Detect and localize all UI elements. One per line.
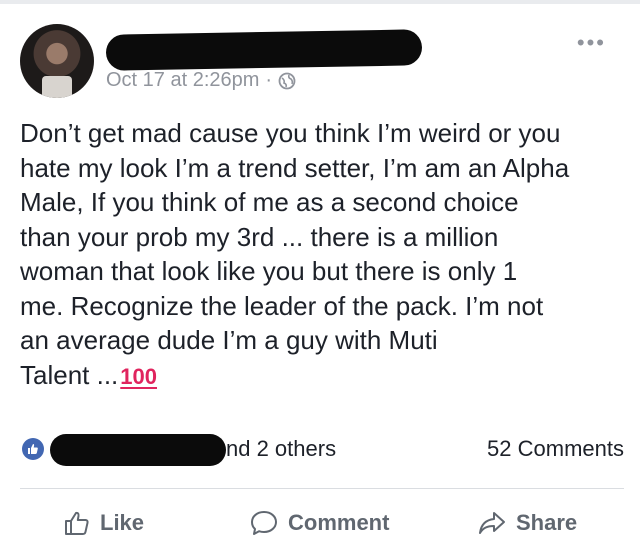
avatar[interactable] bbox=[20, 24, 94, 98]
comment-bubble-icon bbox=[251, 511, 277, 535]
avatar-shirt bbox=[42, 76, 72, 98]
post-line-text: Talent ... bbox=[20, 359, 119, 390]
post-line: me. Recognize the leader of the pack. I’… bbox=[20, 290, 544, 321]
redacted-reactor-names bbox=[50, 434, 226, 466]
top-divider bbox=[0, 0, 640, 4]
post-line: Don’t get mad cause you think I’m weird … bbox=[20, 118, 561, 148]
comments-count-link[interactable]: 52 Comments bbox=[487, 436, 624, 462]
globe-icon bbox=[278, 72, 296, 89]
post-line: an average dude I’m a guy with Muti bbox=[20, 325, 438, 355]
post-body: Don’t get mad cause you think I’m weird … bbox=[20, 116, 624, 394]
actions-divider bbox=[20, 488, 624, 489]
like-label: Like bbox=[100, 510, 145, 535]
hundred-points-emoji: 100 bbox=[120, 363, 157, 389]
comment-button[interactable]: Comment bbox=[250, 510, 389, 536]
like-button[interactable]: Like bbox=[64, 510, 144, 536]
share-arrow-icon bbox=[479, 512, 505, 534]
thumbs-up-icon bbox=[65, 511, 89, 535]
reaction-others-text[interactable]: nd 2 others bbox=[226, 436, 336, 462]
comment-label: Comment bbox=[288, 510, 390, 535]
share-button[interactable]: Share bbox=[478, 510, 577, 536]
post-line: than your prob my 3rd ... there is a mil… bbox=[20, 221, 499, 252]
more-options-icon[interactable]: ••• bbox=[577, 30, 606, 56]
post-line-last: Talent ...100 bbox=[20, 358, 624, 395]
meta-separator: · bbox=[265, 69, 273, 91]
share-label: Share bbox=[516, 510, 578, 535]
post-line: Male, If you think of me as a second cho… bbox=[20, 187, 519, 217]
redacted-author-name bbox=[105, 29, 423, 71]
post-timestamp[interactable]: Oct 17 at 2:26pm bbox=[106, 69, 259, 92]
like-reaction-icon[interactable] bbox=[22, 438, 44, 460]
post-actions: Like Comment Share bbox=[0, 496, 640, 556]
reactions-bar: nd 2 others 52 Comments bbox=[20, 432, 624, 468]
post-line: hate my look I’m a trend setter, I’m am … bbox=[20, 152, 570, 183]
post-meta: Oct 17 at 2:26pm · bbox=[106, 69, 296, 92]
post-line: woman that look like you but there is on… bbox=[20, 256, 518, 286]
